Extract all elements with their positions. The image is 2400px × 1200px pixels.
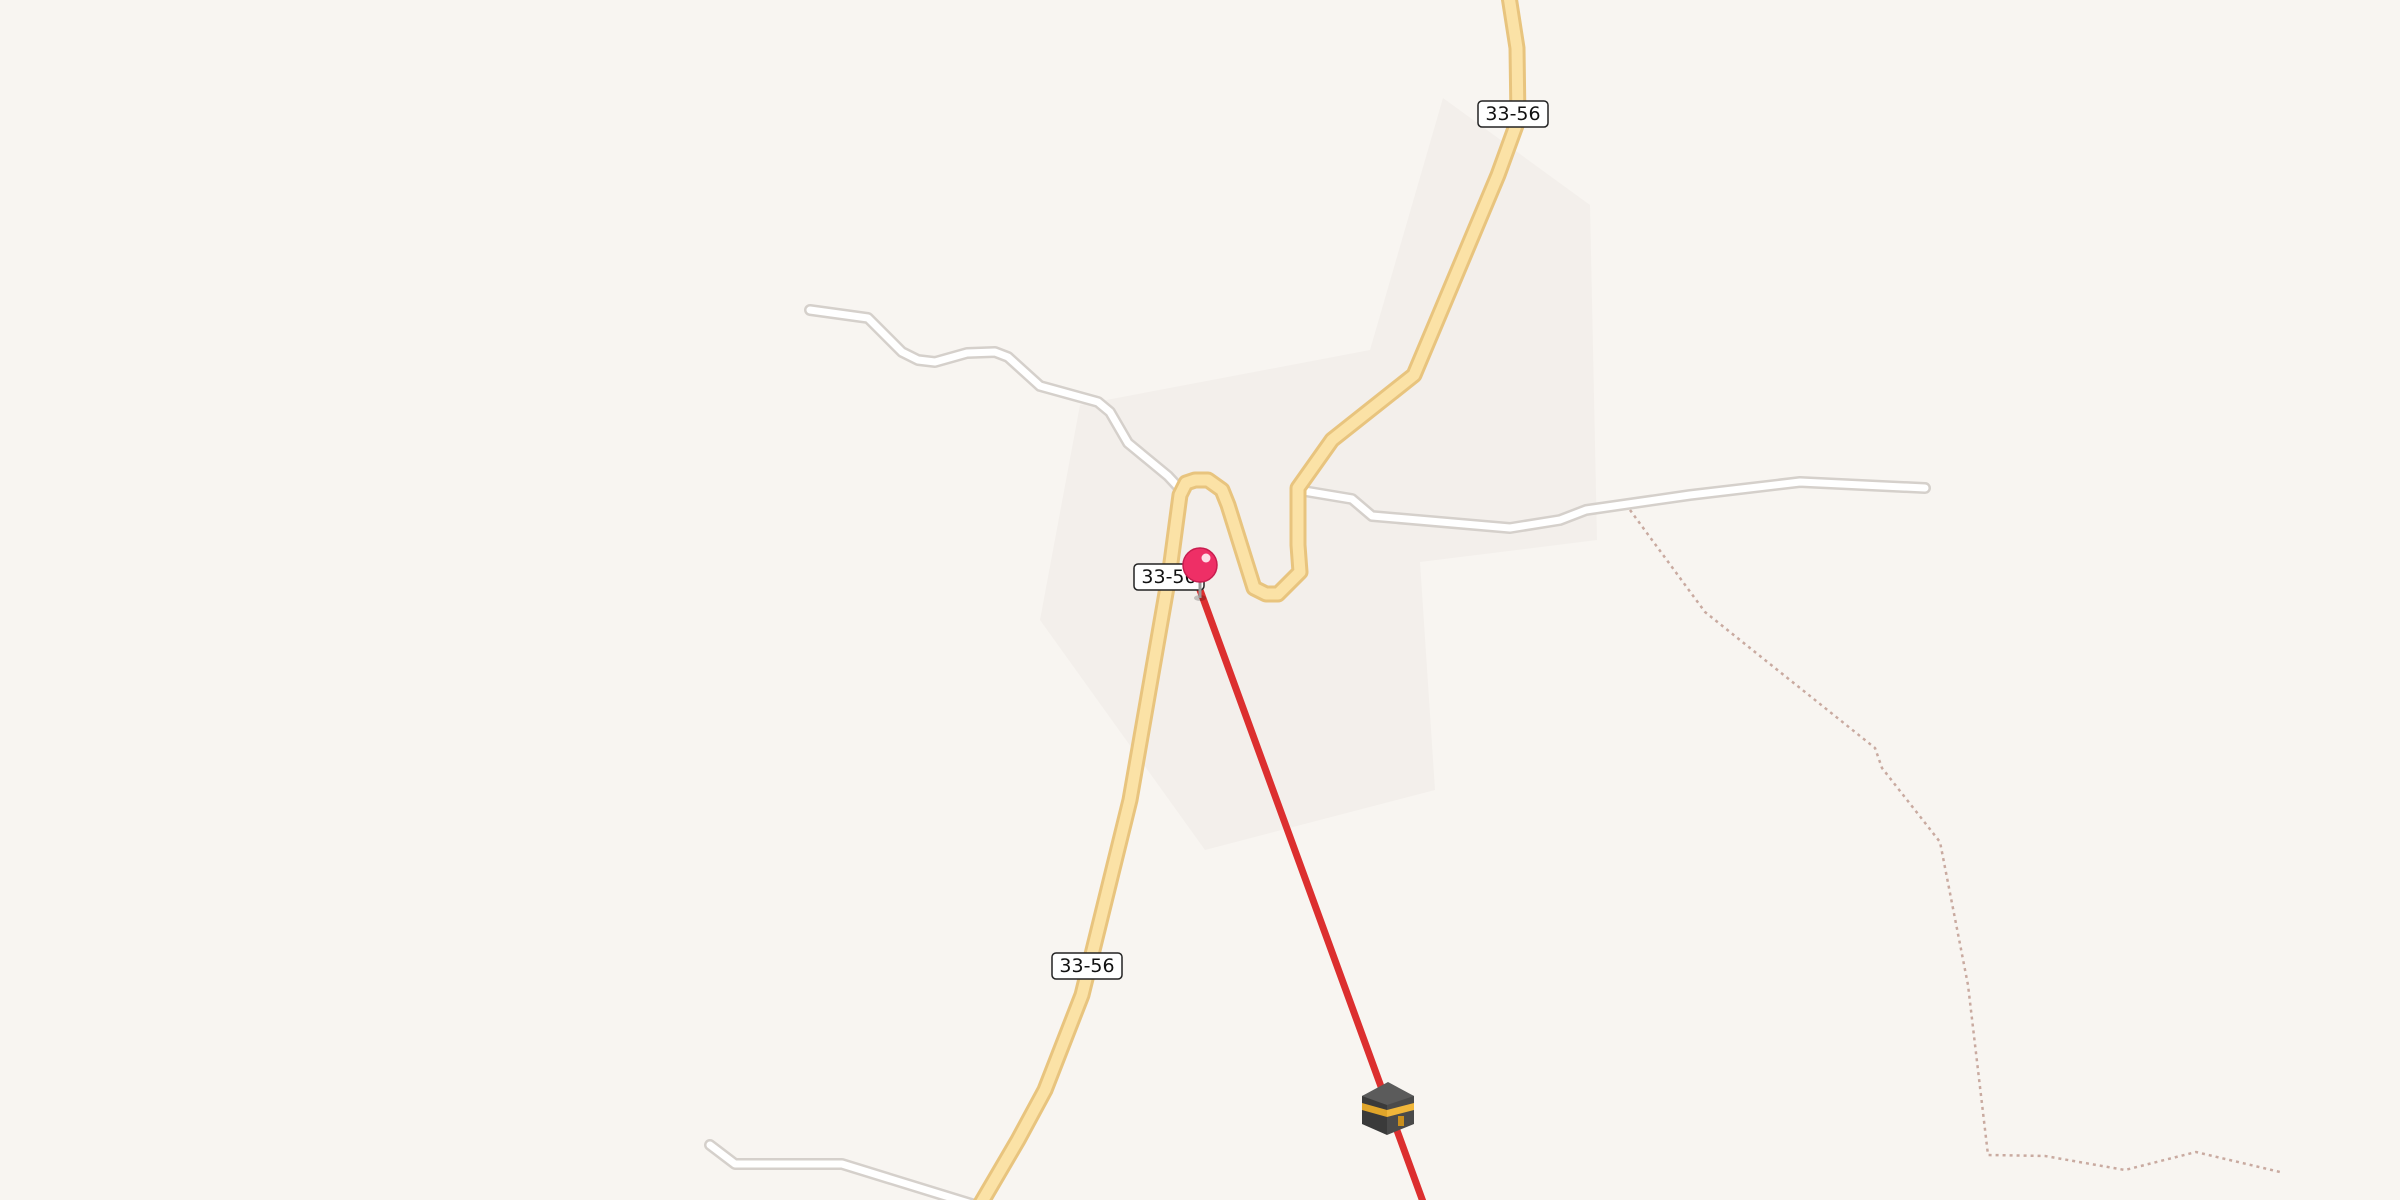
road-shield-bottom: 33-56 [1051, 952, 1123, 980]
road-shield-label: 33-56 [1485, 103, 1540, 125]
landuse-area [1040, 98, 1597, 850]
road-shield-top: 33-56 [1477, 100, 1549, 128]
dotted-track [1628, 509, 2281, 1174]
map-canvas[interactable]: 33-56 33-56 33-56 [0, 0, 2400, 1200]
road-shield-label: 33-56 [1059, 955, 1114, 977]
kaaba-icon[interactable] [1362, 1082, 1414, 1135]
